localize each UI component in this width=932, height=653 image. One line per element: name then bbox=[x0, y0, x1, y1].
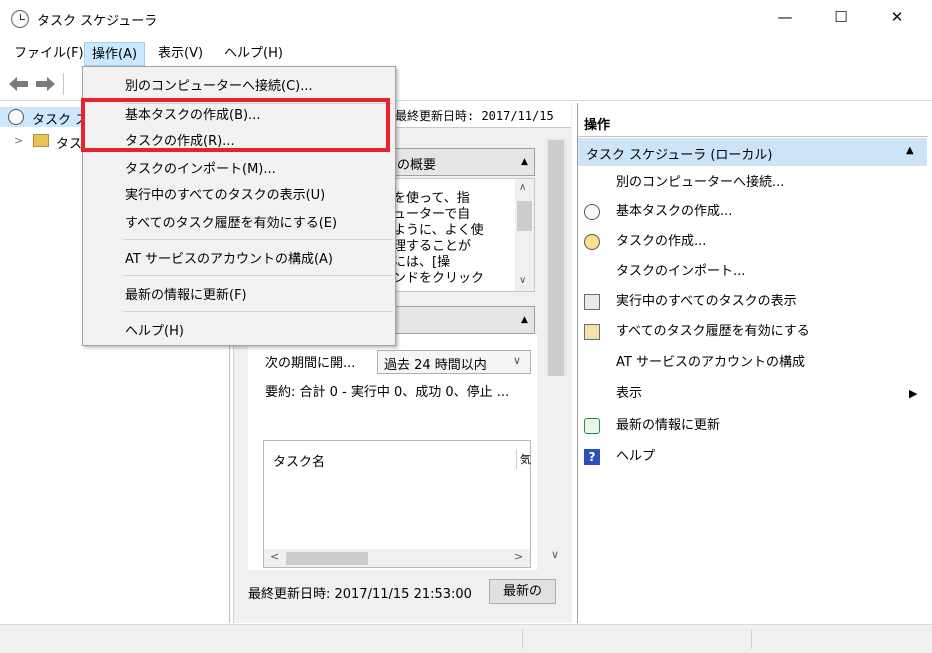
action-label: 基本タスクの作成... bbox=[616, 204, 733, 219]
menu-item-help[interactable]: ヘルプ(H) bbox=[83, 320, 395, 344]
scroll-right-icon[interactable]: > bbox=[514, 550, 523, 563]
clock-icon bbox=[8, 109, 24, 125]
expand-chevron-icon[interactable]: > bbox=[14, 134, 23, 147]
status-bar bbox=[0, 624, 932, 653]
refresh-button[interactable]: 最新の bbox=[489, 579, 556, 604]
period-value: 過去 24 時間以内 bbox=[384, 358, 487, 373]
action-view[interactable]: 表示 ▶ bbox=[584, 381, 924, 407]
collapse-arrow-icon[interactable]: ▲ bbox=[521, 157, 528, 167]
task-list-icon bbox=[584, 294, 600, 310]
status-divider bbox=[751, 629, 752, 649]
footer-updated: 最終更新日時: 2017/11/15 21:53:00 bbox=[248, 587, 472, 602]
collapse-arrow-icon[interactable]: ▲ bbox=[906, 145, 914, 156]
action-label: すべてのタスク履歴を有効にする bbox=[616, 324, 810, 339]
menu-item-connect[interactable]: 別のコンピューターへ接続(C)... bbox=[83, 75, 395, 99]
title-bar: タスク スケジューラ — ☐ ✕ bbox=[0, 0, 932, 38]
back-arrow-icon[interactable] bbox=[8, 76, 30, 96]
task-name-column[interactable]: タスク名 bbox=[273, 451, 325, 470]
task-scheduler-icon bbox=[11, 10, 29, 28]
close-button[interactable]: ✕ bbox=[874, 0, 920, 34]
status-column[interactable]: 気 bbox=[520, 451, 531, 467]
tree-child-label: タス bbox=[56, 137, 83, 152]
action-label: 別のコンピューターへ接続... bbox=[616, 175, 785, 190]
overview-scroll-down-icon[interactable]: ∨ bbox=[519, 275, 526, 286]
actions-section-header[interactable]: タスク スケジューラ (ローカル) ▲ bbox=[578, 138, 927, 166]
clock-new-icon bbox=[584, 234, 600, 250]
actions-title: 操作 bbox=[584, 118, 611, 133]
action-label: タスクの作成... bbox=[616, 234, 707, 249]
menu-file[interactable]: ファイル(F) bbox=[7, 42, 91, 66]
submenu-arrow-icon: ▶ bbox=[909, 387, 918, 400]
tree-root-label: タスク ス bbox=[32, 113, 89, 128]
history-icon bbox=[584, 324, 600, 340]
action-label: AT サービスのアカウントの構成 bbox=[616, 355, 805, 370]
period-label: 次の期間に開... bbox=[265, 356, 356, 371]
status-divider bbox=[522, 629, 523, 649]
center-header-updated: 最終更新日時: 2017/11/15 bbox=[395, 109, 554, 123]
menu-action[interactable]: 操作(A) bbox=[84, 42, 146, 66]
hscroll-thumb[interactable] bbox=[286, 552, 368, 565]
action-label: 実行中のすべてのタスクの表示 bbox=[616, 294, 797, 309]
highlight-annotation bbox=[81, 98, 390, 152]
action-label: タスクのインポート... bbox=[616, 264, 746, 279]
action-label: 表示 bbox=[616, 386, 643, 401]
collapse-arrow-icon[interactable]: ▲ bbox=[521, 315, 528, 325]
minimize-button[interactable]: — bbox=[762, 0, 808, 34]
menu-separator bbox=[123, 239, 393, 240]
forward-arrow-icon[interactable] bbox=[34, 76, 56, 96]
refresh-icon bbox=[584, 418, 600, 434]
overview-scroll-up-icon[interactable]: ∧ bbox=[519, 182, 526, 193]
task-list[interactable]: タスク名 気 < > bbox=[263, 440, 531, 568]
center-scrollbar-thumb[interactable] bbox=[548, 140, 564, 376]
menu-separator bbox=[123, 275, 393, 276]
overview-scroll-thumb[interactable] bbox=[517, 201, 532, 231]
menu-item-refresh[interactable]: 最新の情報に更新(F) bbox=[83, 284, 395, 308]
menu-bar: ファイル(F) 操作(A) 表示(V) ヘルプ(H) bbox=[0, 42, 932, 68]
menu-view[interactable]: 表示(V) bbox=[151, 42, 210, 66]
clock-wizard-icon bbox=[584, 204, 600, 220]
maximize-button[interactable]: ☐ bbox=[818, 0, 864, 34]
actions-section-title: タスク スケジューラ (ローカル) bbox=[586, 148, 773, 163]
window-title: タスク スケジューラ bbox=[37, 14, 158, 29]
menu-help[interactable]: ヘルプ(H) bbox=[217, 42, 290, 66]
folder-clock-icon bbox=[33, 134, 49, 147]
help-icon: ? bbox=[584, 449, 600, 465]
actions-divider bbox=[578, 136, 928, 137]
menu-item-enable-history[interactable]: すべてのタスク履歴を有効にする(E) bbox=[83, 212, 395, 236]
scroll-left-icon[interactable]: < bbox=[270, 550, 279, 563]
period-select[interactable]: 過去 24 時間以内 ∨ bbox=[377, 350, 531, 374]
column-divider[interactable] bbox=[516, 449, 517, 469]
overview-title: の概要 bbox=[397, 158, 437, 173]
chevron-down-icon: ∨ bbox=[513, 354, 522, 367]
summary-text: 要約: 合計 0 - 実行中 0、成功 0、停止 ... bbox=[265, 385, 510, 400]
menu-separator bbox=[123, 311, 393, 312]
center-scroll-down-icon[interactable]: ∨ bbox=[551, 548, 559, 561]
menu-item-import-task[interactable]: タスクのインポート(M)... bbox=[83, 158, 395, 182]
menu-item-show-running[interactable]: 実行中のすべてのタスクの表示(U) bbox=[83, 184, 395, 208]
action-label: ヘルプ bbox=[616, 449, 656, 464]
menu-item-at-service[interactable]: AT サービスのアカウントの構成(A) bbox=[83, 248, 395, 272]
toolbar-separator bbox=[63, 73, 64, 95]
action-label: 最新の情報に更新 bbox=[616, 418, 721, 433]
